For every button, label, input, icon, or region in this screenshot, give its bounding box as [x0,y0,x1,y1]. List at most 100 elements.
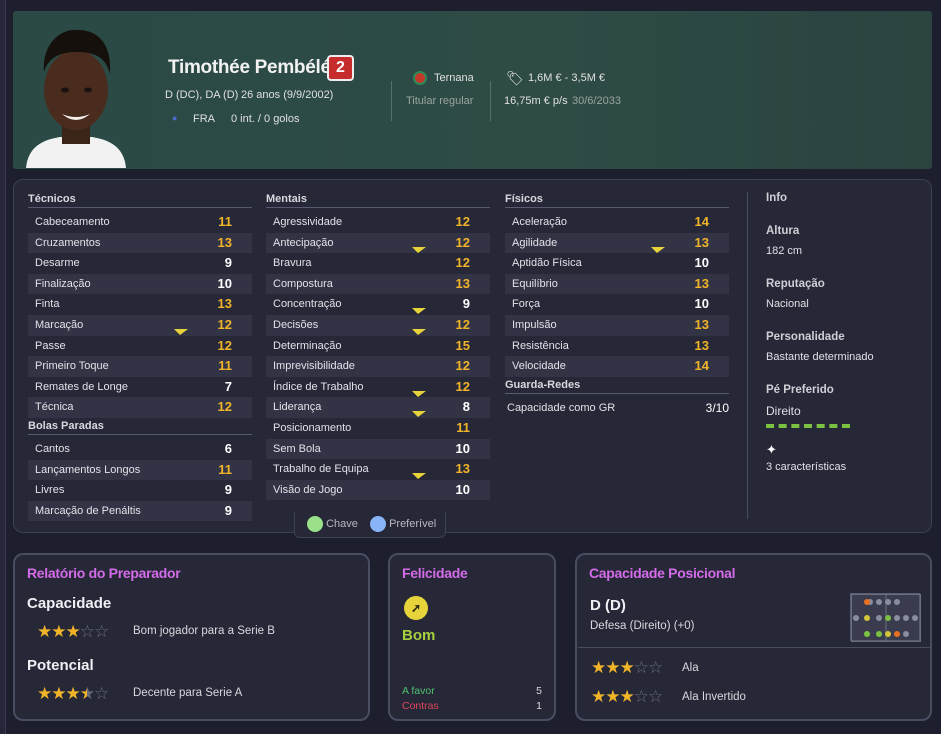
attribute-row[interactable]: Visão de Jogo 10 [266,479,490,501]
attribute-row[interactable]: Posicionamento 11 [266,418,490,439]
attribute-row[interactable]: Bravura 12 [266,253,490,274]
potential-text: Decente para Serie A [133,687,243,699]
player-photo [22,22,130,168]
attribute-value: 14 [694,214,709,229]
separator [490,81,491,121]
attribute-value: 13 [694,275,709,291]
attribute-row[interactable]: Cruzamentos 13 [28,232,252,254]
key-attribute-flag-icon [412,384,426,397]
attribute-value: 14 [694,358,709,374]
attribute-label: Decisões [273,318,319,331]
attribute-label: Antecipação [273,236,334,249]
coach-report-card[interactable]: Relatório do Preparador Capacidade ★★★☆☆… [13,553,370,721]
potential-stars: ★★★★☆ [37,684,109,703]
attribute-row[interactable]: Aptidão Física 10 [505,253,729,274]
attribute-value: 10 [694,296,709,312]
attribute-row[interactable]: Força 10 [505,294,729,315]
attribute-row[interactable]: Sem Bola 10 [266,438,490,460]
gk-capacity-row[interactable]: Capacidade como GR 3/10 [505,398,729,419]
attribute-row[interactable]: Finta 13 [28,294,252,315]
attribute-value: 10 [694,255,709,271]
attribute-row[interactable]: Compostura 13 [266,273,490,295]
attribute-row[interactable]: Marcação de Penáltis 9 [28,500,252,522]
attribute-row[interactable]: Lançamentos Longos 11 [28,459,252,481]
natural-position: D (D) [590,597,626,614]
attribute-label: Desarme [35,257,80,270]
for-label: A favor [402,685,435,697]
attribute-label: Liderança [273,401,322,414]
attribute-row[interactable]: Livres 9 [28,480,252,501]
positional-ability-card[interactable]: Capacidade Posicional D (D) Defesa (Dire… [575,553,932,721]
height-label: Altura [766,225,800,237]
attribute-label: Lançamentos Longos [35,463,141,476]
role2-stars: ★★★☆☆ [591,687,663,706]
role1-name[interactable]: Ala [682,662,699,674]
star-full-icon: ★ [619,658,635,677]
attribute-row[interactable]: Concentração 9 [266,294,490,315]
attribute-row[interactable]: Decisões 12 [266,314,490,336]
attribute-value: 12 [217,316,232,332]
attribute-row[interactable]: Passe 12 [28,336,252,357]
attribute-value: 11 [456,419,470,435]
preferred-foot-value: Direito [766,404,801,418]
attribute-row[interactable]: Determinação 15 [266,336,490,357]
star-empty-icon: ☆ [633,658,649,677]
sparkle-icon[interactable]: ✦ [766,442,916,458]
technical-column: Técnicos Cabeceamento 11 Cruzamentos 13 Desa… [28,192,252,522]
key-dot-icon [307,516,323,532]
star-full-icon: ★ [51,684,66,703]
divider [578,647,931,648]
attribute-row[interactable]: Impulsão 13 [505,314,729,336]
happiness-card[interactable]: Felicidade ➚ Bom A favor 5 Contras 1 [388,553,556,721]
coach-report-title[interactable]: Relatório do Preparador [27,565,181,581]
attribute-value: 7 [224,378,232,394]
star-empty-icon: ☆ [633,687,649,706]
attribute-row[interactable]: Cabeceamento 11 [28,212,252,233]
attribute-row[interactable]: Técnica 12 [28,397,252,418]
attribute-row[interactable]: Aceleração 14 [505,212,729,233]
star-half-icon: ★ [79,684,95,703]
attribute-label: Sem Bola [273,442,321,455]
potential-label: Potencial [27,657,94,674]
positional-title[interactable]: Capacidade Posicional [589,565,736,581]
attribute-row[interactable]: Imprevisibilidade 12 [266,356,490,377]
attribute-value: 12 [455,316,470,332]
against-label: Contras [402,700,439,712]
attribute-row[interactable]: Velocidade 14 [505,356,729,377]
attribute-row[interactable]: Liderança 8 [266,397,490,418]
attribute-row[interactable]: Marcação 12 [28,314,252,336]
attribute-row[interactable]: Resistência 13 [505,336,729,357]
info-divider [747,192,748,519]
attribute-row[interactable]: Agilidade 13 [505,232,729,254]
attribute-row[interactable]: Primeiro Toque 11 [28,356,252,377]
attribute-row[interactable]: Cantos 6 [28,439,252,460]
attribute-row[interactable]: Finalização 10 [28,273,252,295]
attribute-row[interactable]: Trabalho de Equipa 13 [266,459,490,480]
mental-header: Mentais [266,192,490,208]
attribute-row[interactable]: Desarme 9 [28,253,252,274]
attribute-value: 13 [694,337,709,353]
preferred-dot-icon [370,516,386,532]
attribute-label: Marcação [35,318,84,331]
attribute-row[interactable]: Equilíbrio 13 [505,273,729,295]
attribute-row[interactable]: Índice de Trabalho 12 [266,377,490,398]
attribute-value: 6 [224,440,232,456]
attribute-label: Índice de Trabalho [273,380,364,393]
attribute-row[interactable]: Antecipação 12 [266,232,490,254]
attribute-value: 9 [224,255,232,271]
info-section: Info Altura 182 cm Reputação Nacional Pe… [766,192,916,473]
club-crest-icon[interactable] [413,71,427,85]
left-edge [0,0,6,734]
happiness-title[interactable]: Felicidade [402,565,468,581]
attribute-row[interactable]: Agressividade 12 [266,212,490,233]
position-pitch-map[interactable] [850,593,921,642]
attribute-legend: Chave Preferível [294,512,446,538]
role2-name[interactable]: Ala Invertido [682,691,746,703]
star-full-icon: ★ [605,658,620,677]
club-name[interactable]: Ternana [434,72,474,84]
star-full-icon: ★ [37,684,52,703]
attribute-label: Equilíbrio [512,277,558,290]
attribute-row[interactable]: Remates de Longe 7 [28,377,252,398]
traits-count[interactable]: 3 características [766,461,916,473]
technical-header: Técnicos [28,192,252,208]
